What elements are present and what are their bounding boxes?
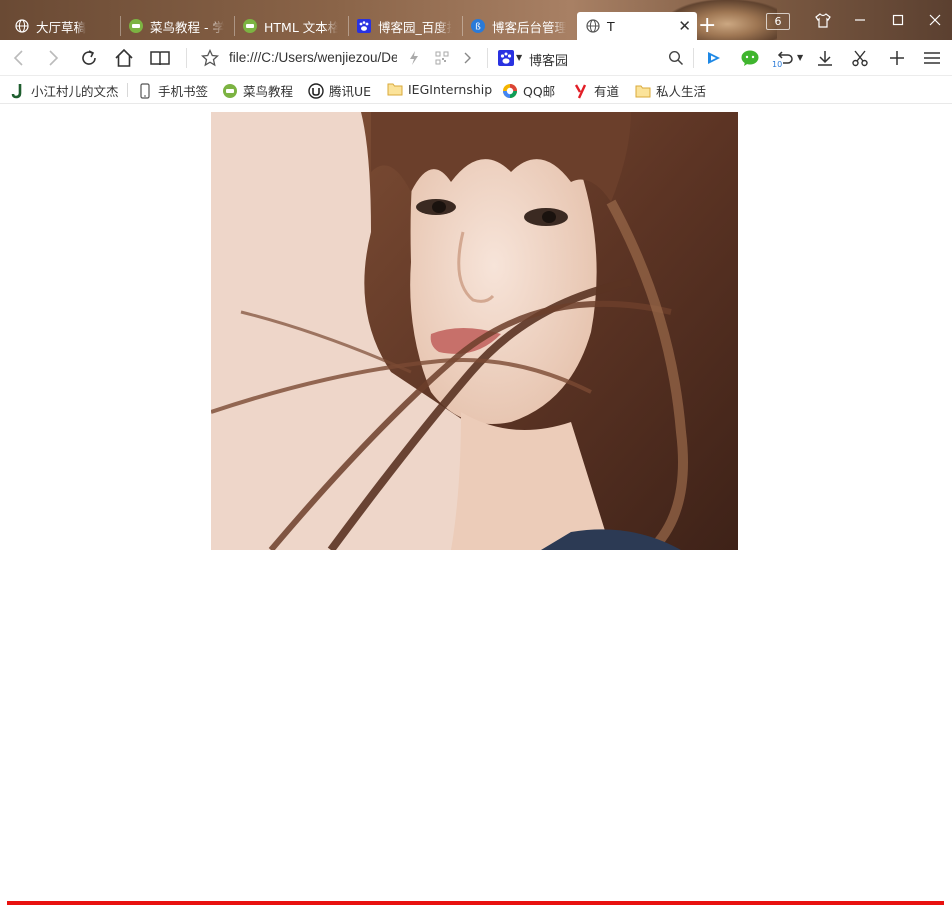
wechat-icon[interactable] (738, 46, 762, 70)
tab-0[interactable]: 大厅草稿 (14, 12, 118, 40)
close-tab-icon[interactable]: ✕ (678, 17, 691, 35)
bookmark-star-icon[interactable] (198, 46, 222, 70)
search-input[interactable]: 博客园 (529, 50, 568, 69)
runoob-icon (242, 18, 258, 34)
lightning-speed-icon[interactable] (402, 46, 426, 70)
tab-label: 大厅草稿 (36, 19, 87, 35)
tab-3[interactable]: 博客园_百度搜 (356, 12, 452, 40)
tab-5-active[interactable]: T ✕ (577, 12, 697, 40)
phone-icon (137, 82, 153, 99)
video-play-icon[interactable] (702, 46, 726, 70)
tab-divider (348, 16, 349, 36)
toolbar-divider (487, 48, 488, 68)
menu-icon[interactable] (920, 46, 944, 70)
baidu-paw-icon (356, 18, 372, 34)
tab-label: T (607, 18, 615, 34)
tab-divider (462, 16, 463, 36)
bookmark-label: 菜鸟教程 (243, 84, 294, 99)
bookmark-item[interactable]: 有道 (573, 81, 619, 100)
toolbar-divider (186, 48, 187, 68)
download-icon[interactable] (813, 46, 837, 70)
bookmark-label: QQ邮 (523, 84, 556, 99)
bookmarks-bar: 小江村儿的文杰 手机书签 菜鸟教程 腾讯UE IEGInternship QQ邮 (0, 76, 952, 104)
bookmark-label: IEGInternship (408, 81, 493, 97)
svg-text:ß: ß (475, 23, 481, 33)
bookmark-label: 有道 (594, 84, 620, 99)
chevron-down-icon[interactable]: ▼ (516, 53, 522, 62)
back-icon[interactable] (6, 46, 30, 70)
address-input[interactable]: file:///C:/Users/wenjiezou/Desktop (229, 50, 397, 65)
bookmark-item[interactable]: 腾讯UE (308, 81, 371, 100)
globe-icon (14, 18, 30, 34)
folder-icon (387, 81, 403, 97)
new-tab-button[interactable]: + (698, 12, 718, 40)
chevron-down-icon[interactable]: ▼ (797, 53, 803, 62)
bookmark-label: 私人生活 (656, 84, 707, 99)
tab-1[interactable]: 菜鸟教程 - 学 (128, 12, 224, 40)
maximize-icon[interactable] (883, 8, 913, 32)
search-engine-paw-icon[interactable] (494, 46, 518, 70)
close-window-icon[interactable] (920, 8, 950, 32)
portrait-photo (211, 112, 738, 550)
toolbar-divider (693, 48, 694, 68)
bookmark-item[interactable]: QQ邮 (502, 81, 555, 100)
bookmark-item[interactable]: 手机书签 (137, 81, 208, 100)
tab-label: 菜鸟教程 - 学 (150, 19, 224, 35)
qqmail-icon (502, 83, 518, 99)
red-horizontal-rule (7, 901, 944, 905)
folder-icon (635, 83, 651, 99)
minimize-icon[interactable] (845, 8, 875, 32)
bookmarks-divider (127, 83, 128, 97)
j-logo-icon (10, 83, 26, 99)
bookmark-item[interactable]: 私人生活 (635, 81, 706, 100)
tab-label: HTML 文本格 (264, 19, 338, 35)
runoob-icon (128, 18, 144, 34)
reading-mode-book-icon[interactable] (148, 46, 172, 70)
tab-divider (234, 16, 235, 36)
chevron-right-icon[interactable] (456, 46, 480, 70)
add-icon[interactable] (885, 46, 909, 70)
tab-divider (120, 16, 121, 36)
bookmark-item[interactable]: IEGInternship (387, 81, 492, 97)
search-icon[interactable] (664, 46, 688, 70)
home-icon[interactable] (112, 46, 136, 70)
forward-icon[interactable] (42, 46, 66, 70)
youdao-icon (573, 83, 589, 99)
tab-strip: 大厅草稿 菜鸟教程 - 学 HTML 文本格 博客园_百度搜 ß 博客后台管理 … (0, 0, 952, 40)
bookmark-label: 手机书签 (158, 84, 209, 99)
cnblogs-icon: ß (470, 18, 486, 34)
portrait-illustration (211, 112, 738, 550)
tab-label: 博客园_百度搜 (378, 19, 452, 35)
bookmark-item[interactable]: 小江村儿的文杰 (10, 81, 119, 100)
tab-count-badge[interactable]: 6 (766, 13, 790, 30)
reload-icon[interactable] (77, 46, 101, 70)
skin-shirt-icon[interactable] (808, 8, 838, 32)
bookmark-label: 腾讯UE (329, 84, 372, 99)
tab-label: 博客后台管理 (492, 19, 566, 35)
ue-logo-icon (308, 82, 324, 99)
tab-2[interactable]: HTML 文本格 (242, 12, 338, 40)
scissors-screenshot-icon[interactable] (848, 46, 872, 70)
globe-icon (585, 18, 601, 34)
runoob-icon (222, 83, 238, 99)
bookmark-label: 小江村儿的文杰 (31, 84, 119, 99)
undo-count-badge: 10 (772, 60, 783, 69)
address-toolbar: file:///C:/Users/wenjiezou/Desktop ▼ 博客园… (0, 40, 952, 76)
qr-code-icon[interactable] (430, 46, 454, 70)
tab-4[interactable]: ß 博客后台管理 (470, 12, 566, 40)
bookmark-item[interactable]: 菜鸟教程 (222, 81, 293, 100)
